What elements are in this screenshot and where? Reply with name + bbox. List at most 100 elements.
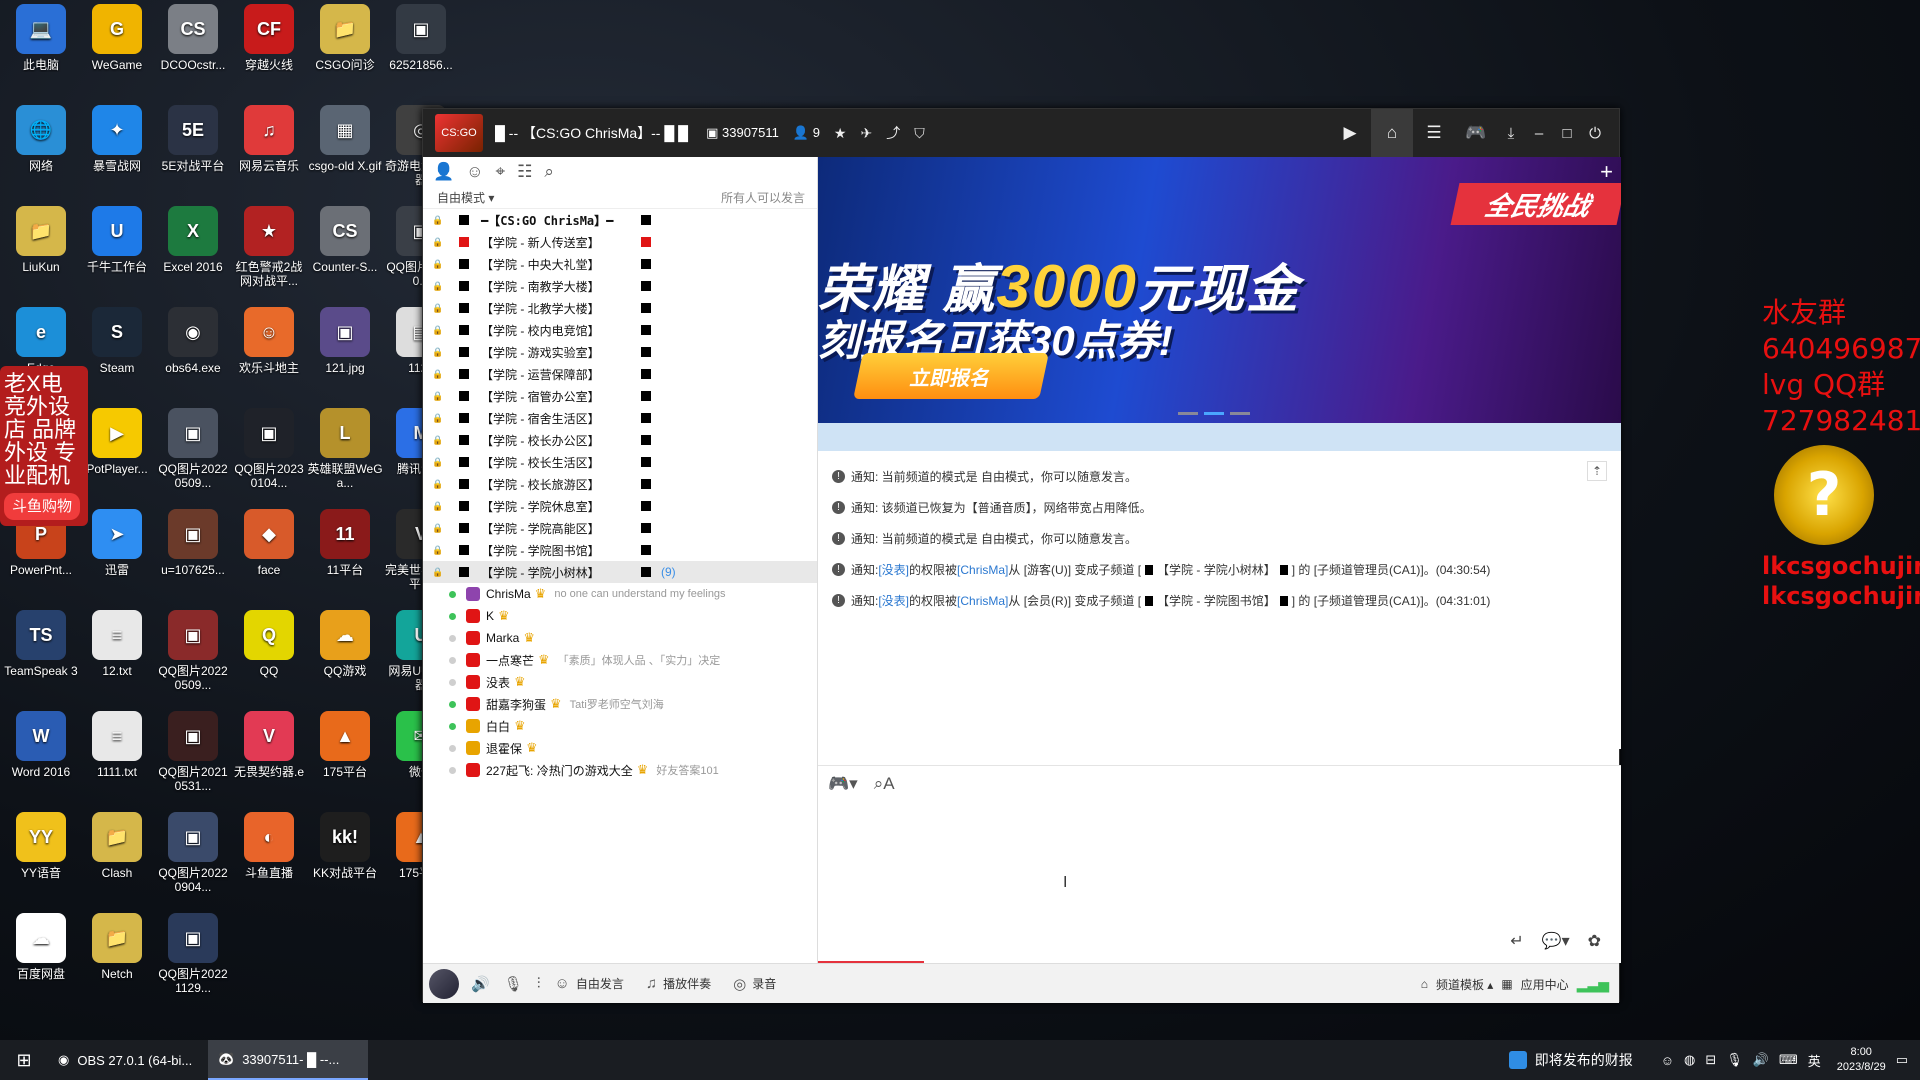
share-icon[interactable]: ⤴ — [886, 123, 900, 143]
free-speak-button[interactable]: ☺ 自由发言 — [555, 975, 624, 992]
desktop-icon[interactable]: kk! KK对战平台 — [307, 812, 383, 880]
apps-button[interactable]: 应用中心 — [1521, 976, 1569, 993]
video-icon[interactable]: ▶ — [1329, 123, 1371, 143]
star-icon[interactable]: ★ — [834, 125, 847, 142]
apps-icon[interactable]: ▦ — [1501, 977, 1512, 991]
user-link[interactable]: [ChrisMa] — [957, 563, 1008, 577]
banner-pager[interactable] — [1178, 412, 1250, 415]
pin-icon[interactable]: ⤓ — [1497, 125, 1525, 142]
mic-tray-icon[interactable]: 🎙 — [1726, 1052, 1743, 1068]
desktop-icon[interactable]: ♫ 网易云音乐 — [231, 105, 307, 173]
user-item[interactable]: ChrisMa ♛ no one can understand my feeling… — [423, 583, 817, 605]
power-icon[interactable]: ⏻ — [1581, 125, 1609, 142]
gamepad-icon[interactable]: 🎮▾ — [828, 774, 858, 794]
plus-icon[interactable]: + — [1600, 159, 1613, 185]
desktop-icon[interactable]: 💻 此电脑 — [3, 4, 79, 72]
news-widget[interactable]: 即将发布的财报 — [1508, 1050, 1633, 1070]
pager-dot-active[interactable] — [1204, 412, 1224, 415]
desktop-icon[interactable]: eEdge — [3, 307, 79, 375]
mixer-icon[interactable]: ⫶ — [537, 975, 541, 992]
channel-item[interactable]: 🔒 【学院 - 校长办公区】 — [423, 429, 817, 451]
mode-select[interactable]: 自由模式 ▾ — [437, 189, 494, 206]
desktop-icon[interactable]: S Steam — [79, 307, 155, 375]
desktop-icon[interactable]: G WeGame — [79, 4, 155, 72]
network-icon[interactable]: ⊟ — [1705, 1052, 1716, 1068]
desktop-icon[interactable]: 11 11平台 — [307, 509, 383, 577]
desktop-icon[interactable]: X Excel 2016 — [155, 206, 231, 274]
desktop-icon[interactable]: YY YY语音 — [3, 812, 79, 880]
desktop-icon[interactable]: ≡ 12.txt — [79, 610, 155, 678]
desktop-icon[interactable]: V 无畏契约器.e — [231, 711, 307, 779]
desktop-icon[interactable]: ➤ 迅雷 — [79, 509, 155, 577]
desktop-icon[interactable]: ◉ obs64.exe — [155, 307, 231, 375]
desktop-icon[interactable]: CS Counter-S... — [307, 206, 383, 274]
pager-dot[interactable] — [1178, 412, 1198, 415]
ime-indicator[interactable]: 英 — [1808, 1051, 1821, 1070]
volume-icon[interactable]: 🔊 — [1753, 1052, 1769, 1068]
desktop-icon[interactable]: ▣ QQ图片20220509... — [155, 408, 231, 490]
channel-item[interactable]: 🔒 【学院 - 校长生活区】 — [423, 451, 817, 473]
user-item[interactable]: 甜嘉李狗蛋 ♛ Tati罗老师空气刘海 — [423, 693, 817, 715]
home-icon[interactable]: ⌂ — [1371, 109, 1413, 157]
layout-icon[interactable]: ☰ — [1413, 123, 1455, 143]
desktop-icon[interactable]: ◆ face — [231, 509, 307, 577]
desktop-icon[interactable]: ▣ QQ图片20220509... — [155, 610, 231, 692]
clock[interactable]: 8:00 2023/8/29 — [1837, 1045, 1886, 1075]
shield-icon[interactable]: ⛉ — [914, 125, 925, 142]
flower-icon[interactable]: ✿ — [1588, 931, 1601, 951]
desktop-icon[interactable]: ☺ 欢乐斗地主 — [231, 307, 307, 375]
channel-item[interactable]: 🔒 【学院 - 新人传送室】 — [423, 231, 817, 253]
user-item[interactable]: 227起飞: 冷热门の游戏大全 ♛ 好友答案101 — [423, 759, 817, 781]
user-item[interactable]: 退霍保 ♛ — [423, 737, 817, 759]
scroll-top-icon[interactable]: ⇡ — [1587, 461, 1607, 481]
desktop-icon[interactable]: 🌐 网络 — [3, 105, 79, 173]
user-link[interactable]: [没表] — [878, 592, 909, 609]
desktop-icon[interactable]: ◐ 斗鱼直播 — [231, 812, 307, 880]
desktop-icon[interactable]: ▶ PotPlayer... — [79, 408, 155, 476]
desktop-icon[interactable]: ▣ 121.jpg — [307, 307, 383, 375]
notification-icon[interactable]: ▭ — [1896, 1052, 1908, 1068]
channel-item[interactable]: 🔒 【学院 - 学院小树林】 (9) — [423, 561, 817, 583]
desktop-icon[interactable]: ▲ 175平台 — [307, 711, 383, 779]
location-icon[interactable]: ⌖ — [496, 162, 506, 182]
list-icon[interactable]: ☷ — [517, 162, 532, 182]
user-item[interactable]: Marka ♛ — [423, 627, 817, 649]
mic-icon[interactable]: 🎙 — [504, 975, 523, 993]
channel-item[interactable]: 🔒 【学院 - 学院休息室】 — [423, 495, 817, 517]
input-area[interactable]: 🎮▾ ⌕A I ↵ 💬▾ ✿ — [818, 765, 1621, 963]
register-button[interactable]: 立即报名 — [853, 353, 1049, 399]
template-button[interactable]: 频道模板 ▴ — [1436, 976, 1493, 993]
desktop-icon[interactable]: TS TeamSpeak 3 — [3, 610, 79, 678]
desktop-icon[interactable]: U 千牛工作台 — [79, 206, 155, 274]
channel-item[interactable]: 🔒 【学院 - 北教学大楼】 — [423, 297, 817, 319]
taskbar-obs[interactable]: ◉ OBS 27.0.1 (64-bi... — [48, 1040, 208, 1080]
channel-item[interactable]: 🔒 【学院 - 中央大礼堂】 — [423, 253, 817, 275]
taskbar-yy[interactable]: 🐼 33907511- █ --... — [208, 1040, 368, 1080]
user-item[interactable]: 一点寒芒 ♛ 「素质」体现人品 、「实力」决定 — [423, 649, 817, 671]
desktop-icon[interactable]: ▣ u=107625... — [155, 509, 231, 577]
chat-icon[interactable]: ☺ — [466, 162, 483, 182]
minimize-button[interactable]: – — [1525, 125, 1553, 142]
promo-banner[interactable]: 荣耀 赢3000元现金 刻报名可获30点券! 立即报名 全民挑战 + — [818, 157, 1621, 423]
desktop-icon[interactable]: 📁 LiuKun — [3, 206, 79, 274]
maximize-button[interactable]: □ — [1553, 125, 1581, 142]
desktop-icon[interactable]: ☁ 百度网盘 — [3, 913, 79, 981]
yy-tray-icon[interactable]: ☺ — [1661, 1053, 1674, 1068]
desktop-icon[interactable]: ▣ QQ图片20220904... — [155, 812, 231, 894]
speech-icon[interactable]: 💬▾ — [1542, 931, 1570, 951]
desktop-icon[interactable]: ★ 红色警戒2战网对战平... — [231, 206, 307, 288]
gamepad-icon[interactable]: 🎮 — [1455, 123, 1497, 143]
desktop-icon[interactable]: ✦ 暴雪战网 — [79, 105, 155, 173]
channel-item[interactable]: 🔒 【学院 - 南教学大楼】 — [423, 275, 817, 297]
desktop-icon[interactable]: CS DCOOcstr... — [155, 4, 231, 72]
desktop-icon[interactable]: 5E 5E对战平台 — [155, 105, 231, 173]
keyboard-icon[interactable]: ⌨ — [1779, 1052, 1798, 1068]
desktop-icon[interactable]: 📁 CSGO问诊 — [307, 4, 383, 72]
desktop-icon[interactable]: ≡ 1111.txt — [79, 711, 155, 779]
pager-dot[interactable] — [1230, 412, 1250, 415]
channel-logo[interactable]: CS:GO — [435, 114, 483, 152]
desktop-icon[interactable]: ☁ QQ游戏 — [307, 610, 383, 678]
enter-icon[interactable]: ↵ — [1510, 931, 1523, 951]
desktop-icon[interactable]: W Word 2016 — [3, 711, 79, 779]
channel-item[interactable]: 🔒 【学院 - 宿舍生活区】 — [423, 407, 817, 429]
